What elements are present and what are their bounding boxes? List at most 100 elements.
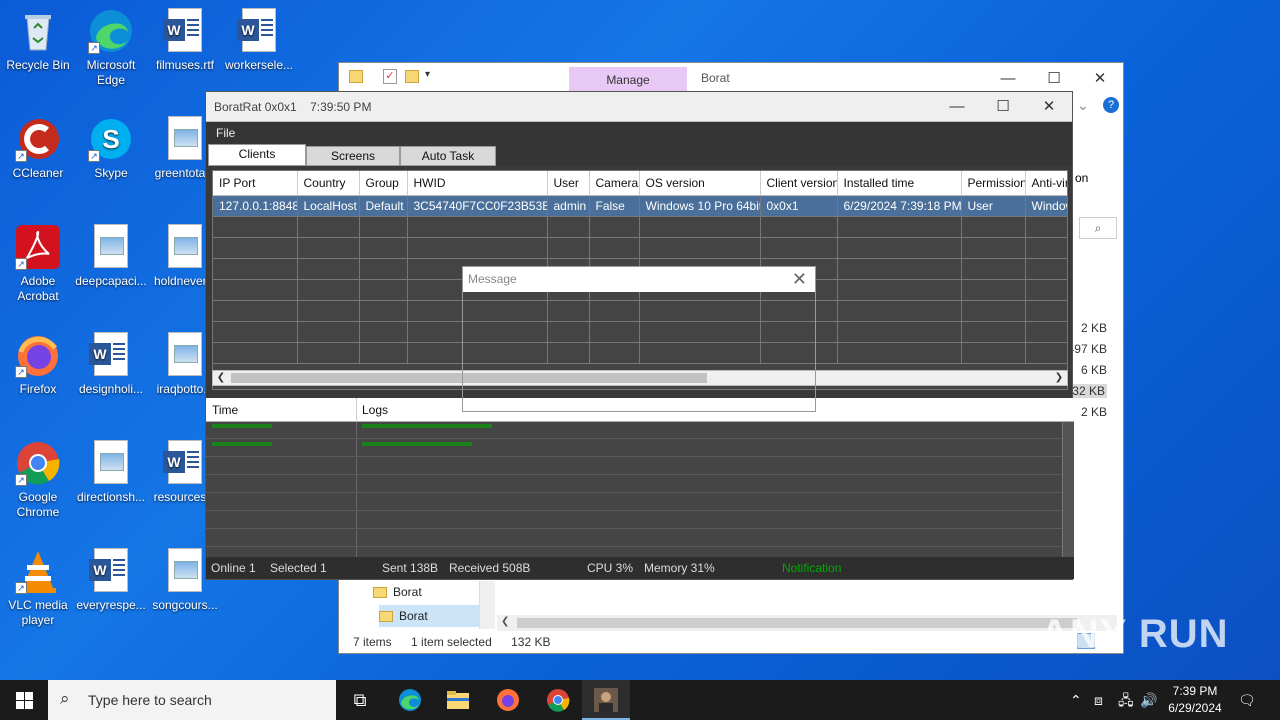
- desktop-icon-firefox[interactable]: ↗ Firefox: [0, 332, 76, 397]
- nav-item-borat[interactable]: Borat: [373, 581, 422, 603]
- log-entry-text: [362, 424, 492, 428]
- status-size: 132 KB: [511, 635, 551, 649]
- icon-label: songcours...: [152, 598, 218, 612]
- table-row[interactable]: 127.0.0.1:8848 LocalHost Default 3C54740…: [213, 195, 1067, 217]
- desktop-icon-deepcapaci[interactable]: deepcapaci...: [73, 224, 149, 289]
- desktop-icon-recycle-bin[interactable]: Recycle Bin: [0, 8, 76, 73]
- vlc-icon: ↗: [15, 548, 61, 594]
- col-os-version[interactable]: OS version: [639, 171, 761, 196]
- desktop-icon-everyrespe[interactable]: W everyrespe...: [73, 548, 149, 613]
- minimize-button[interactable]: —: [985, 67, 1031, 91]
- tab-screens[interactable]: Screens: [306, 146, 400, 166]
- desktop-icon-directionsh[interactable]: directionsh...: [73, 440, 149, 505]
- icon-label: designholi...: [78, 382, 144, 396]
- rat-title-bar: BoratRat 0x0x1 7:39:50 PM — ☐ ✕: [206, 92, 1072, 122]
- logs-scrollbar[interactable]: [1062, 422, 1074, 558]
- desktop-icon-ccleaner[interactable]: ↗ CCleaner: [0, 116, 76, 181]
- folder-icon: [349, 70, 363, 83]
- desktop-icon-workersele[interactable]: W workersele...: [221, 8, 297, 73]
- col-hwid[interactable]: HWID: [407, 171, 548, 196]
- volume-icon[interactable]: 🔊: [1140, 680, 1157, 720]
- scroll-left-icon[interactable]: ❮: [213, 371, 229, 385]
- rat-close-button[interactable]: ✕: [1026, 95, 1072, 119]
- col-user[interactable]: User: [547, 171, 590, 196]
- start-button[interactable]: [0, 680, 48, 720]
- status-notification[interactable]: Notification: [782, 557, 841, 579]
- file-size: 497 KB: [1067, 342, 1107, 356]
- notifications-icon[interactable]: 🗨: [1238, 680, 1256, 720]
- col-ip-port[interactable]: IP Port: [213, 171, 298, 196]
- network-adapter-icon[interactable]: ⧈: [1094, 680, 1103, 720]
- rat-minimize-button[interactable]: —: [934, 95, 980, 119]
- desktop-icon-skype[interactable]: S ↗ Skype: [73, 116, 149, 181]
- boratrat-taskbar-icon[interactable]: [582, 680, 630, 720]
- chrome-taskbar-icon[interactable]: [534, 680, 582, 720]
- tab-auto-task[interactable]: Auto Task: [400, 146, 496, 166]
- close-icon[interactable]: ✕: [792, 267, 807, 292]
- help-icon[interactable]: ?: [1103, 97, 1119, 113]
- file-explorer-taskbar-icon[interactable]: [434, 680, 482, 720]
- show-hidden-icons[interactable]: ⌃: [1070, 680, 1082, 720]
- edge-taskbar-icon[interactable]: [386, 680, 434, 720]
- manage-tab[interactable]: Manage: [569, 67, 687, 93]
- close-button[interactable]: ✕: [1077, 67, 1123, 91]
- folder-icon: [379, 611, 393, 623]
- icon-label: workersele...: [224, 58, 294, 72]
- rat-menu-bar: File: [206, 122, 1072, 144]
- maximize-button[interactable]: ☐: [1031, 67, 1077, 91]
- desktop-icon-edge[interactable]: ↗ Microsoft Edge: [73, 8, 149, 88]
- status-online: Online 1: [211, 561, 256, 575]
- cell-camera: False: [589, 195, 640, 217]
- table-header: IP Port Country Group HWID User Camera O…: [213, 171, 1067, 196]
- col-logs[interactable]: Logs: [362, 403, 388, 417]
- network-icon[interactable]: 🖧: [1118, 680, 1134, 720]
- status-selected: Selected 1: [270, 561, 327, 575]
- nav-item-borat-selected[interactable]: Borat: [379, 605, 479, 627]
- icon-label: directionsh...: [76, 490, 146, 504]
- ccleaner-icon: ↗: [15, 116, 61, 162]
- desktop-icon-vlc[interactable]: ↗ VLC media player: [0, 548, 76, 628]
- search-placeholder: Type here to search: [88, 692, 212, 708]
- desktop-icon-filmuses[interactable]: W filmuses.rtf: [147, 8, 223, 73]
- cell-installed-time: 6/29/2024 7:39:18 PM: [837, 195, 962, 217]
- tab-clients[interactable]: Clients: [208, 144, 306, 166]
- col-country[interactable]: Country: [297, 171, 360, 196]
- new-folder-icon[interactable]: [405, 70, 419, 83]
- ribbon-expand-icon[interactable]: ⌄: [1077, 97, 1089, 114]
- empty-row: [213, 216, 1067, 238]
- file-size: 2 KB: [1080, 321, 1107, 335]
- icon-label: filmuses.rtf: [155, 58, 214, 72]
- cell-permission: User: [961, 195, 1026, 217]
- chrome-icon: ↗: [15, 440, 61, 486]
- desktop-icon-google-chrome[interactable]: ↗ Google Chrome: [0, 440, 76, 520]
- col-time[interactable]: Time: [212, 403, 238, 417]
- status-item-count: 7 items: [353, 635, 392, 649]
- message-title-bar: Message ✕: [463, 267, 815, 292]
- col-permission[interactable]: Permission: [961, 171, 1026, 196]
- word-document-icon: W: [237, 8, 276, 52]
- desktop-icon-designholi[interactable]: W designholi...: [73, 332, 149, 397]
- col-group[interactable]: Group: [359, 171, 408, 196]
- col-client-version[interactable]: Client version: [760, 171, 838, 196]
- status-sent: Sent 138B: [382, 561, 439, 575]
- rat-tabs: Clients Screens Auto Task: [206, 144, 1072, 166]
- explorer-title: Borat: [701, 71, 730, 85]
- word-document-icon: W: [163, 8, 202, 52]
- task-view-icon[interactable]: ⧉: [336, 680, 384, 720]
- properties-icon[interactable]: ✓: [383, 69, 397, 84]
- col-installed-time[interactable]: Installed time: [837, 171, 962, 196]
- scroll-right-icon[interactable]: ❯: [1051, 371, 1067, 385]
- col-camera[interactable]: Camera: [589, 171, 640, 196]
- taskbar-search[interactable]: ⌕ Type here to search: [48, 680, 336, 720]
- menu-file[interactable]: File: [216, 126, 235, 140]
- customize-toolbar-icon[interactable]: ▾: [425, 69, 430, 80]
- status-memory: Memory 31%: [644, 561, 715, 575]
- desktop-icon-adobe-acrobat[interactable]: ↗ Adobe Acrobat: [0, 224, 76, 304]
- firefox-taskbar-icon[interactable]: [484, 680, 532, 720]
- content-hscrollbar[interactable]: ❮: [497, 615, 1117, 631]
- col-antivirus[interactable]: Anti-viru: [1025, 171, 1067, 196]
- search-icon[interactable]: ⌕: [1079, 217, 1117, 239]
- rat-maximize-button[interactable]: ☐: [980, 95, 1026, 119]
- nav-scrollbar[interactable]: [479, 581, 495, 629]
- taskbar-clock[interactable]: 7:39 PM 6/29/2024: [1160, 683, 1230, 717]
